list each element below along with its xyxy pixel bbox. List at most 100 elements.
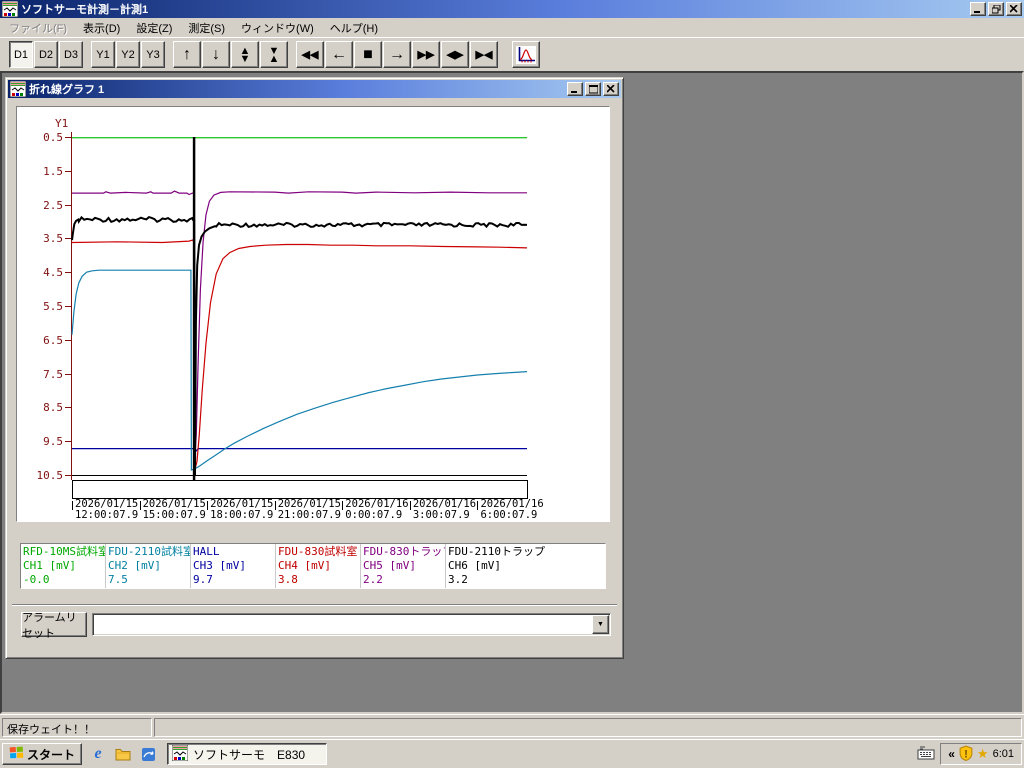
y-tick-label: 5.5 [43,300,63,313]
alarm-combo-input[interactable] [96,617,576,633]
expand-vertical-button[interactable]: ▲ ▼ [231,41,259,68]
combo-dropdown-button[interactable]: ▼ [592,615,609,634]
main-titlebar[interactable]: ソフトサーモ計測－計測1 [0,0,1024,18]
legend-value: 3.2 [448,573,468,586]
scroll-up-button[interactable]: ↑ [173,41,201,68]
compress-horizontal-button[interactable]: ▶◀ [470,41,498,68]
legend-name: FDU-2110試料室 [108,545,191,558]
scroll-down-button[interactable]: ↓ [202,41,230,68]
restore-button[interactable] [988,2,1004,16]
start-label: スタート [27,747,76,762]
legend-channel-ch4: FDU-830試料室 CH4 [mV] 3.8 [276,544,361,588]
start-button[interactable]: スタート [2,743,83,765]
clock: 6:01 [992,748,1014,760]
menu-item-measure[interactable]: 測定(S) [180,17,233,39]
d3-button[interactable]: D3 [59,41,83,68]
tray-panel: « ! ★ 6:01 [940,743,1022,765]
internet-explorer-icon[interactable]: e [89,745,107,763]
y-tick-label: 0.5 [43,131,63,144]
y-tick [65,170,71,172]
x-tick-label: 2026/01/15 21:00:07.9 [277,498,341,521]
graph-close-button[interactable] [603,82,619,96]
x-tick-label: 2026/01/15 18:00:07.9 [210,498,274,521]
x-tick [207,501,209,510]
minimize-button[interactable] [970,2,986,16]
task-label: ソフトサーモ E830 [193,747,306,762]
x-tick-label: 2026/01/15 15:00:07.9 [142,498,206,521]
menu-item-file[interactable]: ファイル(F) [1,17,75,39]
step-right-button[interactable]: → [383,41,411,68]
y1-button[interactable]: Y1 [91,41,115,68]
y-tick-label: 4.5 [43,266,63,280]
graph-minimize-button[interactable] [567,82,583,96]
legend-channel: CH4 [mV] [278,559,331,572]
task-icon [171,744,189,764]
y-tick [65,204,71,206]
legend-value: 9.7 [193,573,213,586]
desktop: { "window": { "title": "ソフトサーモ計測－計測1" },… [0,0,1024,768]
folder-shortcut-icon[interactable] [114,745,132,763]
legend-value: -0.0 [23,573,50,586]
menu-item-window[interactable]: ウィンドウ(W) [233,17,322,39]
y-tick [65,238,71,240]
star-icon[interactable]: ★ [977,746,989,762]
d1-button[interactable]: D1 [9,41,33,68]
menu-item-help[interactable]: ヘルプ(H) [322,17,386,39]
statusbar: 保存ウェイト！！ [0,714,1024,739]
alarm-reset-button[interactable]: アラームリセット [21,612,87,640]
graph-maximize-button[interactable] [585,82,601,96]
y-tick-label: 3.5 [43,232,63,246]
app-icon [1,0,19,18]
close-button[interactable] [1006,2,1022,16]
legend-name: RFD-10MS試料室 [23,545,106,558]
taskbar: スタート e ソフトサーモ E830 « ! ★ 6:01 [0,739,1024,768]
graph-window-titlebar[interactable]: 折れ線グラフ 1 [8,80,621,98]
y-tick [65,137,71,138]
legend-channel-ch1: RFD-10MS試料室 CH1 [mV] -0.0 [21,544,106,588]
line-graph-window: 折れ線グラフ 1 Y1 0.5 1.5 2.5 3.5 4.5 5.5 6.5 7.5 8.5 9… [5,77,624,659]
mdi-area: 折れ線グラフ 1 Y1 0.5 1.5 2.5 3.5 4.5 5.5 6.5 7.5 8.5 9… [0,71,1024,714]
y-tick-label: 10.5 [36,469,64,482]
time-range-box [72,480,528,499]
d2-button[interactable]: D2 [34,41,58,68]
plot-area [71,137,528,482]
y2-button[interactable]: Y2 [116,41,140,68]
menu-item-settings[interactable]: 設定(Z) [128,17,180,39]
y3-button[interactable]: Y3 [141,41,165,68]
alarm-combo[interactable]: ▼ [92,613,611,636]
legend-name: HALL [193,545,220,558]
y-axis-label: Y1 [55,117,69,130]
divider [12,604,617,606]
y-tick [65,306,71,307]
y-tick [65,373,71,375]
legend-channel: CH6 [mV] [448,559,501,572]
y-tick-label: 8.5 [43,401,63,415]
graph-setup-button[interactable] [512,41,540,68]
keyboard-ime-icon[interactable] [917,745,935,763]
step-left-button[interactable]: ← [325,41,353,68]
outlook-express-icon[interactable] [139,745,157,763]
security-shield-icon[interactable]: ! [959,744,973,764]
x-tick [274,501,276,510]
legend-channel: CH2 [mV] [108,559,161,572]
task-button-softthermo[interactable]: ソフトサーモ E830 [167,743,328,765]
legend-channel: CH3 [mV] [193,559,246,572]
y-tick [65,475,71,476]
series-ch6 [71,215,528,476]
y-tick-label: 6.5 [43,333,63,347]
stop-button[interactable]: ■ [354,41,382,68]
series-ch3 [72,448,527,453]
legend-value: 3.8 [278,573,298,586]
expand-horizontal-button[interactable]: ◀▶ [441,41,469,68]
legend-value: 2.2 [363,573,383,586]
fast-rewind-button[interactable]: ◀◀ [296,41,324,68]
y-tick-label: 9.5 [43,435,63,449]
legend-value: 7.5 [108,573,128,586]
x-axis [72,475,527,476]
tray-collapse-chevron[interactable]: « [948,747,955,761]
windows-logo-icon [9,746,24,763]
fast-forward-button[interactable]: ▶▶ [412,41,440,68]
menu-item-view[interactable]: 表示(D) [75,17,128,39]
toolbar: D1 D2 D3 Y1 Y2 Y3 ↑ ↓ ▲ ▼ ▼ ▲ ◀◀ ← ■ → ▶▶ ◀▶ ▶◀ [0,37,1024,71]
compress-vertical-button[interactable]: ▼ ▲ [260,41,288,68]
